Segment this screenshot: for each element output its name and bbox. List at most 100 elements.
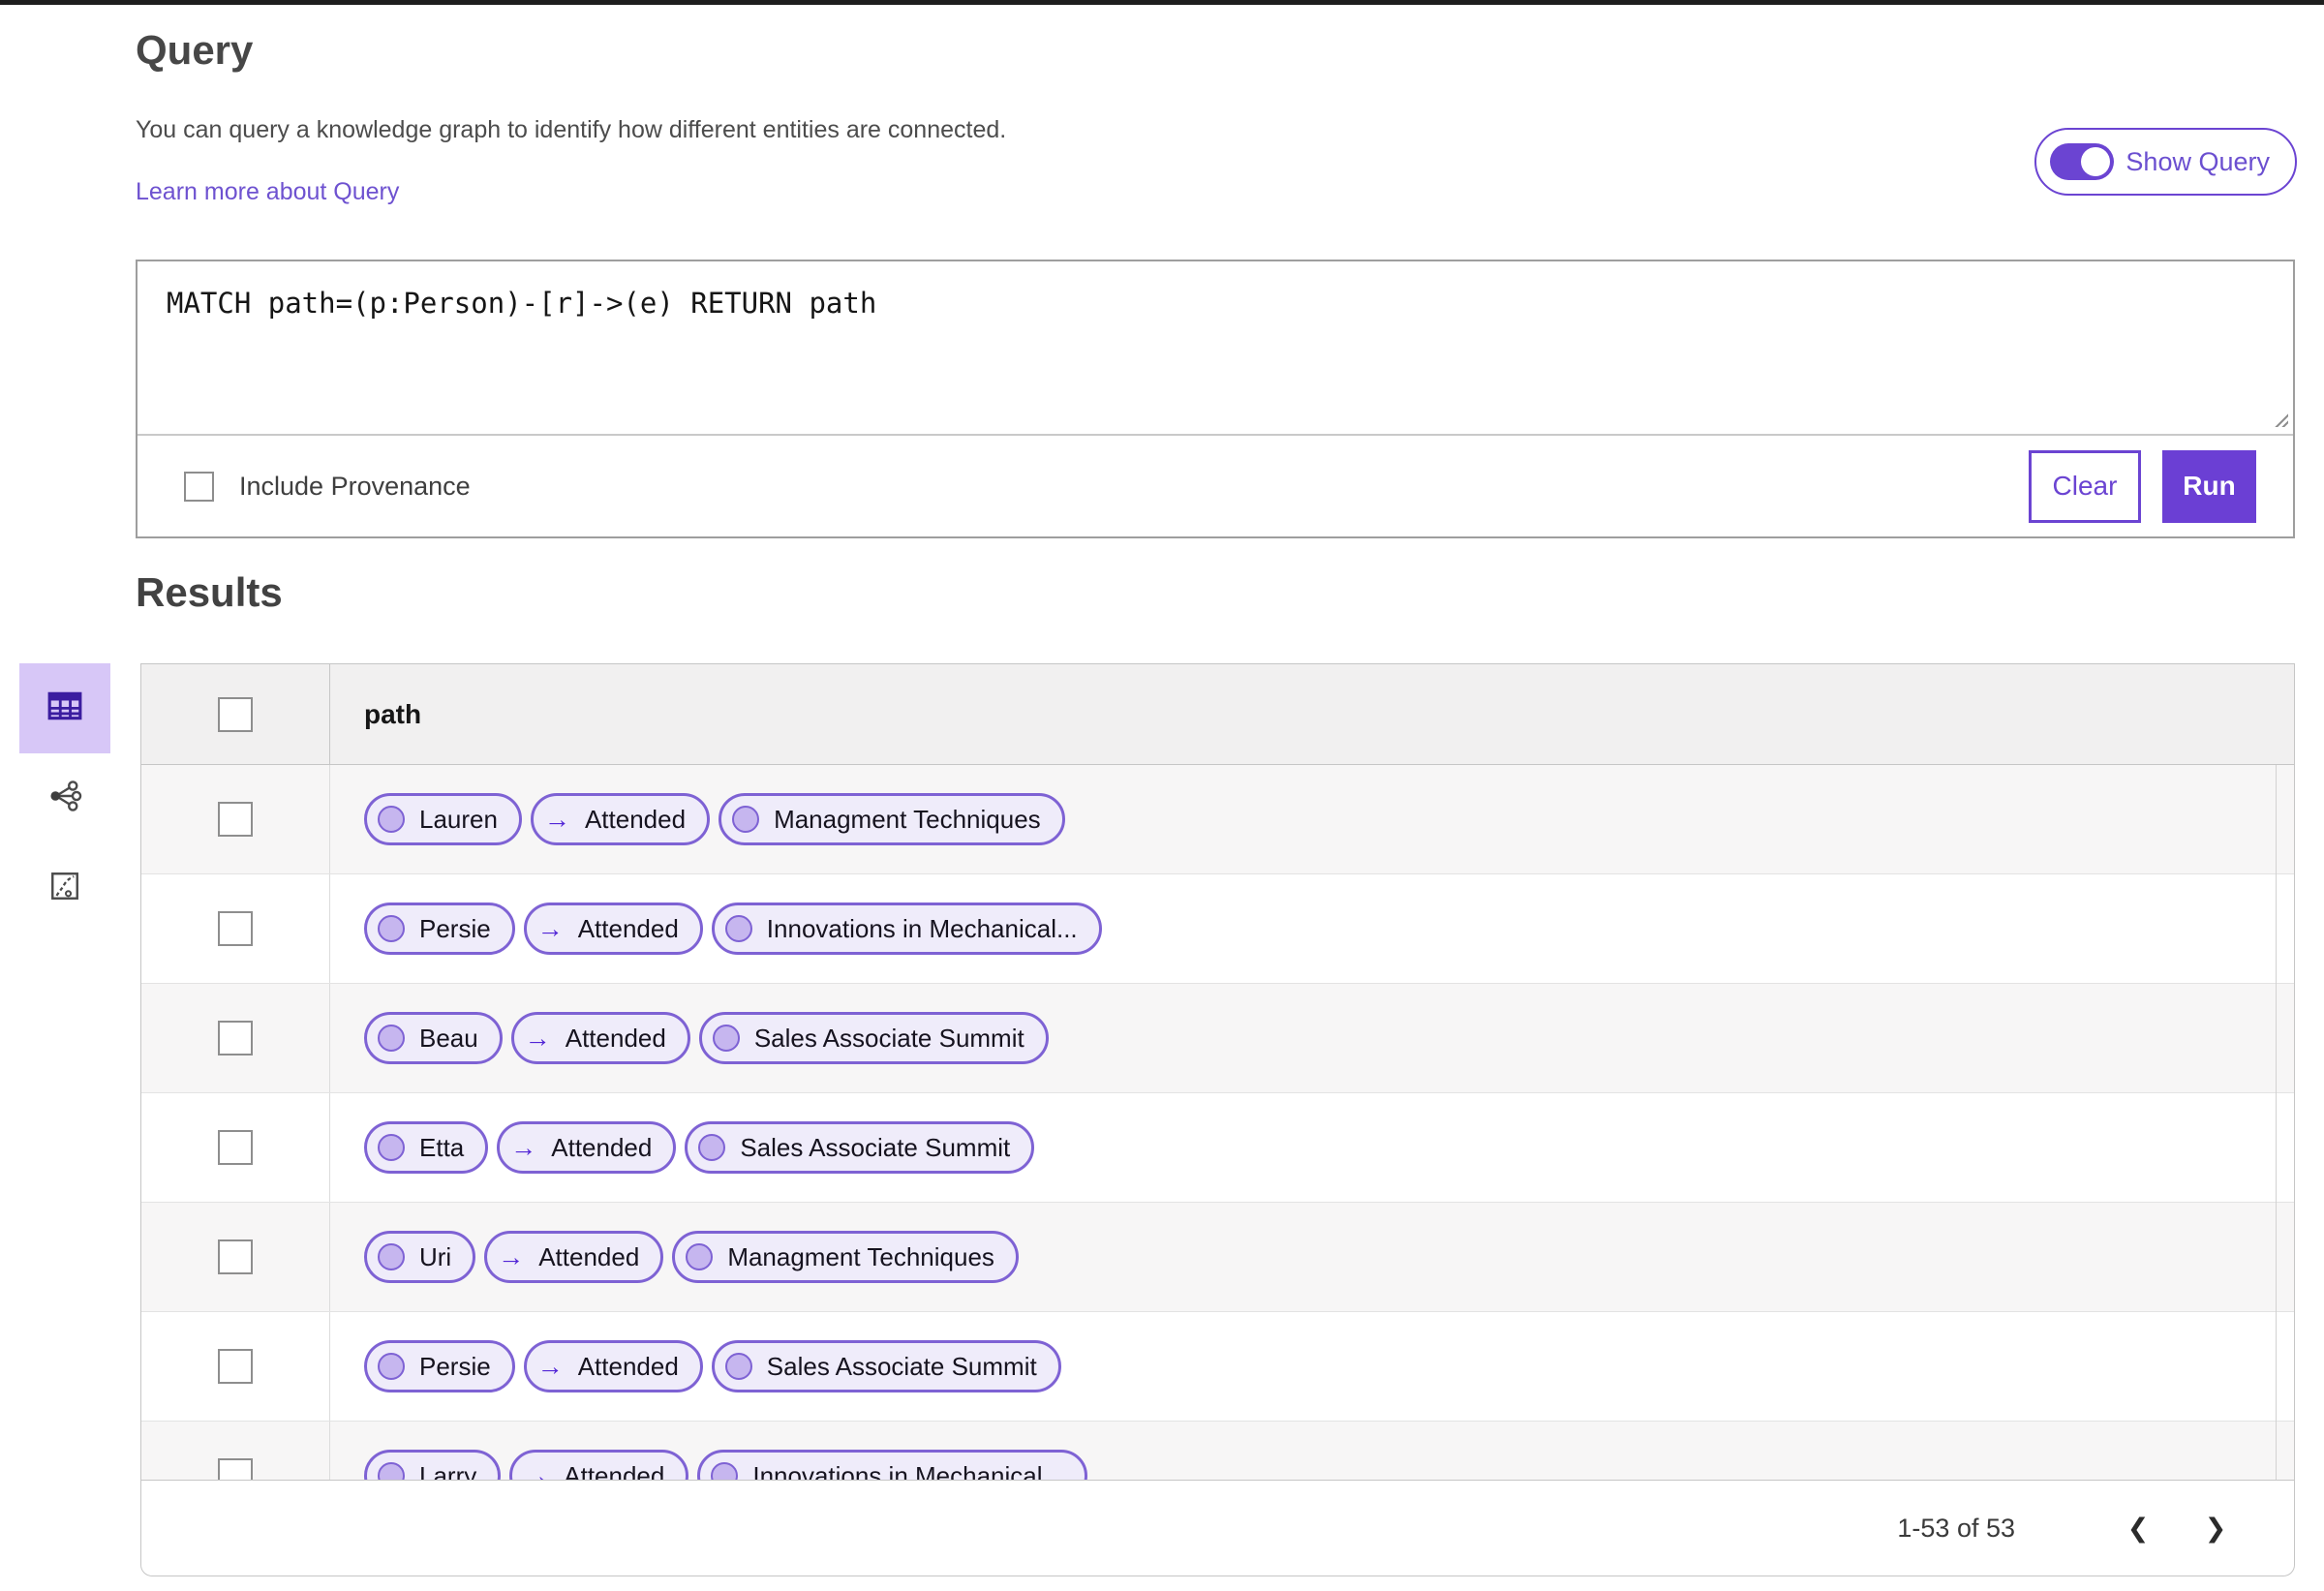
graph-view-button[interactable] <box>19 753 110 843</box>
results-table: path Lauren → Attended Managment Techniq… <box>140 663 2295 1576</box>
node-circle-icon <box>712 1025 740 1052</box>
table-view-button[interactable] <box>19 663 110 753</box>
row-checkbox[interactable] <box>218 802 253 837</box>
table-row: Beau → Attended Sales Associate Summit <box>141 984 2294 1093</box>
target-pill-label: Innovations in Mechanical... <box>766 913 1078 943</box>
row-checkbox[interactable] <box>218 1458 253 1480</box>
node-circle-icon <box>378 1462 405 1480</box>
edge-pill[interactable]: → Attended <box>523 903 703 955</box>
source-pill-label: Larry <box>419 1460 477 1481</box>
row-checkbox[interactable] <box>218 1130 253 1165</box>
edge-arrow-icon: → <box>536 913 564 943</box>
path-cell: Persie → Attended Sales Associate Summit <box>330 1340 1061 1392</box>
row-checkbox-cell <box>141 765 330 873</box>
include-provenance-checkbox[interactable] <box>184 471 214 502</box>
select-all-cell <box>141 664 330 764</box>
results-title: Results <box>136 569 283 615</box>
target-node-pill[interactable]: Innovations in Mechanical... <box>711 903 1102 955</box>
path-cell: Larry → Attended Innovations in Mechanic… <box>330 1450 1088 1481</box>
node-circle-icon <box>378 806 405 833</box>
source-node-pill[interactable]: Etta <box>364 1121 489 1174</box>
node-circle-icon <box>378 915 405 942</box>
target-pill-label: Managment Techniques <box>774 804 1041 834</box>
source-node-pill[interactable]: Persie <box>364 903 515 955</box>
row-checkbox[interactable] <box>218 911 253 946</box>
edge-arrow-icon: → <box>524 1023 551 1053</box>
query-actions-bar: Include Provenance Clear Run <box>138 436 2293 536</box>
edge-pill[interactable]: → Attended <box>484 1231 664 1283</box>
target-pill-label: Sales Associate Summit <box>766 1351 1037 1381</box>
node-circle-icon <box>724 915 752 942</box>
node-circle-icon <box>724 1353 752 1380</box>
show-query-label: Show Query <box>2125 146 2270 176</box>
next-page-button[interactable]: ❯ <box>2193 1506 2238 1550</box>
table-header-row: path <box>141 664 2294 765</box>
target-node-pill[interactable]: Sales Associate Summit <box>698 1012 1049 1064</box>
source-node-pill[interactable]: Beau <box>364 1012 503 1064</box>
include-provenance-label: Include Provenance <box>239 471 471 501</box>
row-checkbox-cell <box>141 874 330 983</box>
chart-view-button[interactable] <box>19 843 110 933</box>
source-node-pill[interactable]: Persie <box>364 1340 515 1392</box>
row-checkbox[interactable] <box>218 1021 253 1056</box>
node-circle-icon <box>378 1243 405 1270</box>
table-row: Uri → Attended Managment Techniques <box>141 1203 2294 1312</box>
select-all-checkbox[interactable] <box>218 696 253 732</box>
edge-pill[interactable]: → Attended <box>509 1450 689 1481</box>
edge-pill-label: Attended <box>538 1241 640 1271</box>
target-node-pill[interactable]: Managment Techniques <box>719 793 1065 845</box>
previous-page-button[interactable]: ❮ <box>2116 1506 2160 1550</box>
window-top-border <box>0 0 2324 5</box>
toggle-on-icon[interactable] <box>2050 143 2115 180</box>
show-query-toggle[interactable]: Show Query <box>2034 128 2297 196</box>
edge-pill[interactable]: → Attended <box>510 1012 690 1064</box>
page-title: Query <box>136 27 254 73</box>
edge-arrow-icon: → <box>523 1460 550 1481</box>
source-node-pill[interactable]: Larry <box>364 1450 502 1481</box>
query-input[interactable]: MATCH path=(p:Person)-[r]->(e) RETURN pa… <box>138 261 2293 434</box>
learn-more-link[interactable]: Learn more about Query <box>136 178 399 206</box>
edge-pill[interactable]: → Attended <box>530 793 711 845</box>
row-checkbox[interactable] <box>218 1349 253 1384</box>
target-node-pill[interactable]: Innovations in Mechanical... <box>697 1450 1088 1481</box>
table-row: Larry → Attended Innovations in Mechanic… <box>141 1422 2294 1480</box>
edge-pill-label: Attended <box>584 804 687 834</box>
query-description: You can query a knowledge graph to ident… <box>136 116 1007 143</box>
source-pill-label: Uri <box>419 1241 452 1271</box>
source-node-pill[interactable]: Uri <box>364 1231 476 1283</box>
source-pill-label: Persie <box>419 1351 491 1381</box>
target-node-pill[interactable]: Managment Techniques <box>672 1231 1019 1283</box>
table-row: Lauren → Attended Managment Techniques <box>141 765 2294 874</box>
source-node-pill[interactable]: Lauren <box>364 793 522 845</box>
edge-arrow-icon: → <box>536 1351 564 1381</box>
edge-pill-label: Attended <box>577 913 679 943</box>
edge-pill[interactable]: → Attended <box>497 1121 677 1174</box>
target-pill-label: Sales Associate Summit <box>740 1132 1011 1162</box>
edge-arrow-icon: → <box>498 1241 525 1271</box>
table-row: Etta → Attended Sales Associate Summit <box>141 1093 2294 1203</box>
edge-pill[interactable]: → Attended <box>523 1340 703 1392</box>
path-cell: Etta → Attended Sales Associate Summit <box>330 1121 1035 1174</box>
query-editor-wrap: MATCH path=(p:Person)-[r]->(e) RETURN pa… <box>138 261 2293 436</box>
edge-arrow-icon: → <box>510 1132 537 1162</box>
source-pill-label: Lauren <box>419 804 498 834</box>
node-circle-icon <box>378 1025 405 1052</box>
edge-pill-label: Attended <box>577 1351 679 1381</box>
clear-button[interactable]: Clear <box>2029 449 2141 523</box>
target-node-pill[interactable]: Sales Associate Summit <box>711 1340 1061 1392</box>
scrollbar-gutter[interactable] <box>2276 765 2294 1480</box>
source-pill-label: Persie <box>419 913 491 943</box>
run-button[interactable]: Run <box>2162 449 2256 523</box>
chart-view-icon <box>48 870 81 907</box>
row-checkbox-cell <box>141 984 330 1092</box>
path-column-header: path <box>364 698 422 729</box>
target-pill-label: Innovations in Mechanical... <box>752 1460 1064 1481</box>
pagination-bar: 1-53 of 53 ❮ ❯ <box>141 1480 2294 1576</box>
table-row: Persie → Attended Innovations in Mechani… <box>141 874 2294 984</box>
target-node-pill[interactable]: Sales Associate Summit <box>685 1121 1035 1174</box>
path-cell: Persie → Attended Innovations in Mechani… <box>330 903 1102 955</box>
node-circle-icon <box>698 1134 726 1161</box>
node-circle-icon <box>711 1462 739 1480</box>
table-view-icon <box>46 688 83 729</box>
row-checkbox[interactable] <box>218 1239 253 1274</box>
